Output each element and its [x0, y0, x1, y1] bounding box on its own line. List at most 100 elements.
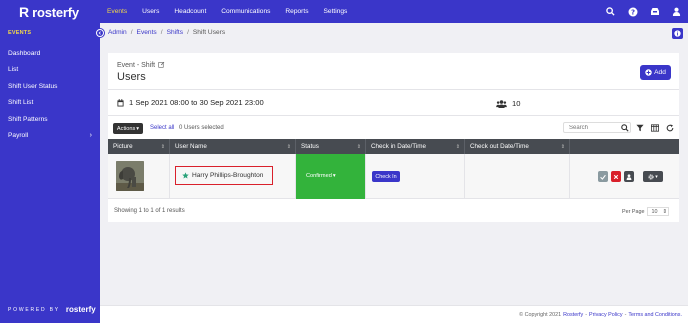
caret-down-icon: ▾ [332, 173, 336, 179]
table-header: Picture ⇕ User Name ⇕ Status ⇕ Check in Dat… [108, 139, 679, 154]
per-page-value: 10 [651, 208, 658, 215]
column-label: User Name [175, 143, 207, 150]
select-all-link[interactable]: Select all [150, 125, 174, 131]
breadcrumb-events[interactable]: Events [137, 29, 157, 36]
divider [108, 115, 679, 116]
add-button[interactable]: Add [640, 65, 671, 80]
user-icon[interactable] [671, 6, 682, 17]
help-icon[interactable]: ? [627, 6, 638, 17]
sidebar-item-shift-list[interactable]: Shift List [0, 95, 100, 112]
sort-icon: ⇕ [160, 143, 165, 150]
nav-settings[interactable]: Settings [324, 8, 348, 15]
filter-icon[interactable] [636, 123, 644, 132]
sidebar-item-list[interactable]: List [0, 62, 100, 79]
column-label: Picture [113, 143, 133, 150]
sidebar-item-label: Shift Patterns [8, 115, 48, 123]
sidebar-item-label: Dashboard [8, 49, 41, 57]
column-header-actions [570, 139, 679, 154]
rosterfy-link[interactable]: Rosterfy [563, 312, 583, 318]
sidebar-item-payroll[interactable]: Payroll › [0, 128, 100, 145]
approve-button[interactable] [598, 171, 608, 182]
page-help-button[interactable] [672, 28, 683, 39]
status-dropdown[interactable]: Confirmed ▾ [306, 173, 336, 179]
per-page-control: Per Page 10 ⇕ [622, 207, 670, 216]
powered-by-text: POWERED BY [8, 306, 60, 313]
column-header-status[interactable]: Status ⇕ [296, 139, 366, 154]
nav-events[interactable]: Events [107, 8, 127, 15]
row-actions: ▾ [598, 171, 663, 182]
shift-users-card: Event - Shift Users Add 1 Sep 2021 08:00… [108, 53, 679, 222]
sidebar-section-title: EVENTS [8, 30, 32, 36]
user-count-value: 10 [512, 99, 521, 108]
inbox-icon[interactable] [649, 6, 660, 17]
divider [108, 89, 679, 90]
sort-icon: ⇕ [662, 208, 668, 215]
calendar-icon [117, 98, 124, 106]
caret-down-icon: ▾ [136, 125, 140, 132]
eyebrow-text: Event - Shift [117, 62, 156, 69]
check-in-button[interactable]: Check In [372, 171, 400, 182]
reject-button[interactable] [611, 171, 621, 182]
edit-icon[interactable] [158, 61, 165, 70]
column-header-user-name[interactable]: User Name ⇕ [170, 139, 296, 154]
refresh-icon[interactable] [666, 123, 674, 132]
avatar[interactable] [116, 161, 144, 191]
sidebar-item-dashboard[interactable]: Dashboard [0, 45, 100, 62]
elephant-photo [116, 161, 144, 191]
date-range: 1 Sep 2021 08:00 to 30 Sep 2021 23:00 [117, 98, 264, 107]
nav-users[interactable]: Users [142, 8, 159, 15]
plus-circle-icon [645, 69, 652, 76]
breadcrumb-admin[interactable]: Admin [108, 29, 127, 36]
nav-headcount[interactable]: Headcount [174, 8, 206, 15]
column-label: Check out Date/Time [470, 143, 529, 150]
column-header-check-out[interactable]: Check out Date/Time ⇕ [465, 139, 570, 154]
columns-icon[interactable] [651, 123, 659, 132]
per-page-label: Per Page [622, 208, 645, 215]
column-header-picture[interactable]: Picture ⇕ [108, 139, 170, 154]
users-icon [496, 99, 507, 108]
sidebar-collapse-button[interactable] [95, 28, 105, 38]
users-selected-text: 0 Users selected [179, 125, 224, 131]
per-page-select[interactable]: 10 ⇕ [647, 207, 670, 216]
powered-by-logo: rosterfy [65, 305, 96, 314]
privacy-policy-link[interactable]: Privacy Policy [589, 312, 623, 318]
sidebar-item-shift-user-status[interactable]: Shift User Status [0, 78, 100, 95]
settings-dropdown-button[interactable]: ▾ [643, 171, 663, 182]
sidebar-item-label: List [8, 66, 19, 74]
picture-cell [108, 154, 170, 199]
user-name-link[interactable]: Harry Phillips-Broughton [175, 166, 273, 185]
caret-down-icon: ▾ [655, 173, 658, 180]
footer: © Copyright 2021 Rosterfy - Privacy Poli… [100, 305, 688, 323]
column-header-check-in[interactable]: Check in Date/Time ⇕ [366, 139, 465, 154]
sidebar-item-shift-patterns[interactable]: Shift Patterns [0, 111, 100, 128]
actions-label: Actions [116, 125, 136, 132]
breadcrumb-current: Shift Users [192, 29, 226, 36]
main-nav: Events Users Headcount Communications Re… [107, 0, 362, 23]
search-icon[interactable] [605, 6, 616, 17]
date-range-text: 1 Sep 2021 08:00 to 30 Sep 2021 23:00 [129, 98, 264, 107]
nav-reports[interactable]: Reports [285, 8, 308, 15]
powered-by: POWERED BY rosterfy [8, 305, 96, 314]
terms-link[interactable]: Terms and Conditions. [628, 312, 682, 318]
check-out-cell [465, 154, 570, 199]
page-title: Users [117, 71, 146, 83]
actions-dropdown[interactable]: Actions ▾ [113, 123, 143, 134]
sidebar: EVENTS Dashboard List Shift User Status … [0, 23, 105, 323]
svg-text:?: ? [630, 8, 634, 16]
view-user-button[interactable] [624, 171, 634, 182]
gear-icon [648, 173, 654, 180]
info-icon [674, 30, 681, 37]
column-label: Check in Date/Time [371, 143, 427, 150]
nav-communications[interactable]: Communications [221, 8, 270, 15]
user-name-cell: Harry Phillips-Broughton [170, 154, 296, 199]
breadcrumb-shifts[interactable]: Shifts [167, 29, 184, 36]
search-icon[interactable] [621, 123, 629, 132]
table-tools [621, 123, 674, 132]
add-button-label: Add [654, 69, 666, 76]
logo-text: rosterfy [32, 4, 79, 20]
table-row: Harry Phillips-Broughton Confirmed ▾ Che… [108, 154, 679, 199]
sidebar-item-label: Payroll [8, 132, 29, 140]
rosterfy-logo[interactable]: R rosterfy [19, 3, 79, 21]
sidebar-menu: Dashboard List Shift User Status Shift L… [0, 45, 100, 144]
sort-icon: ⇕ [560, 143, 565, 150]
